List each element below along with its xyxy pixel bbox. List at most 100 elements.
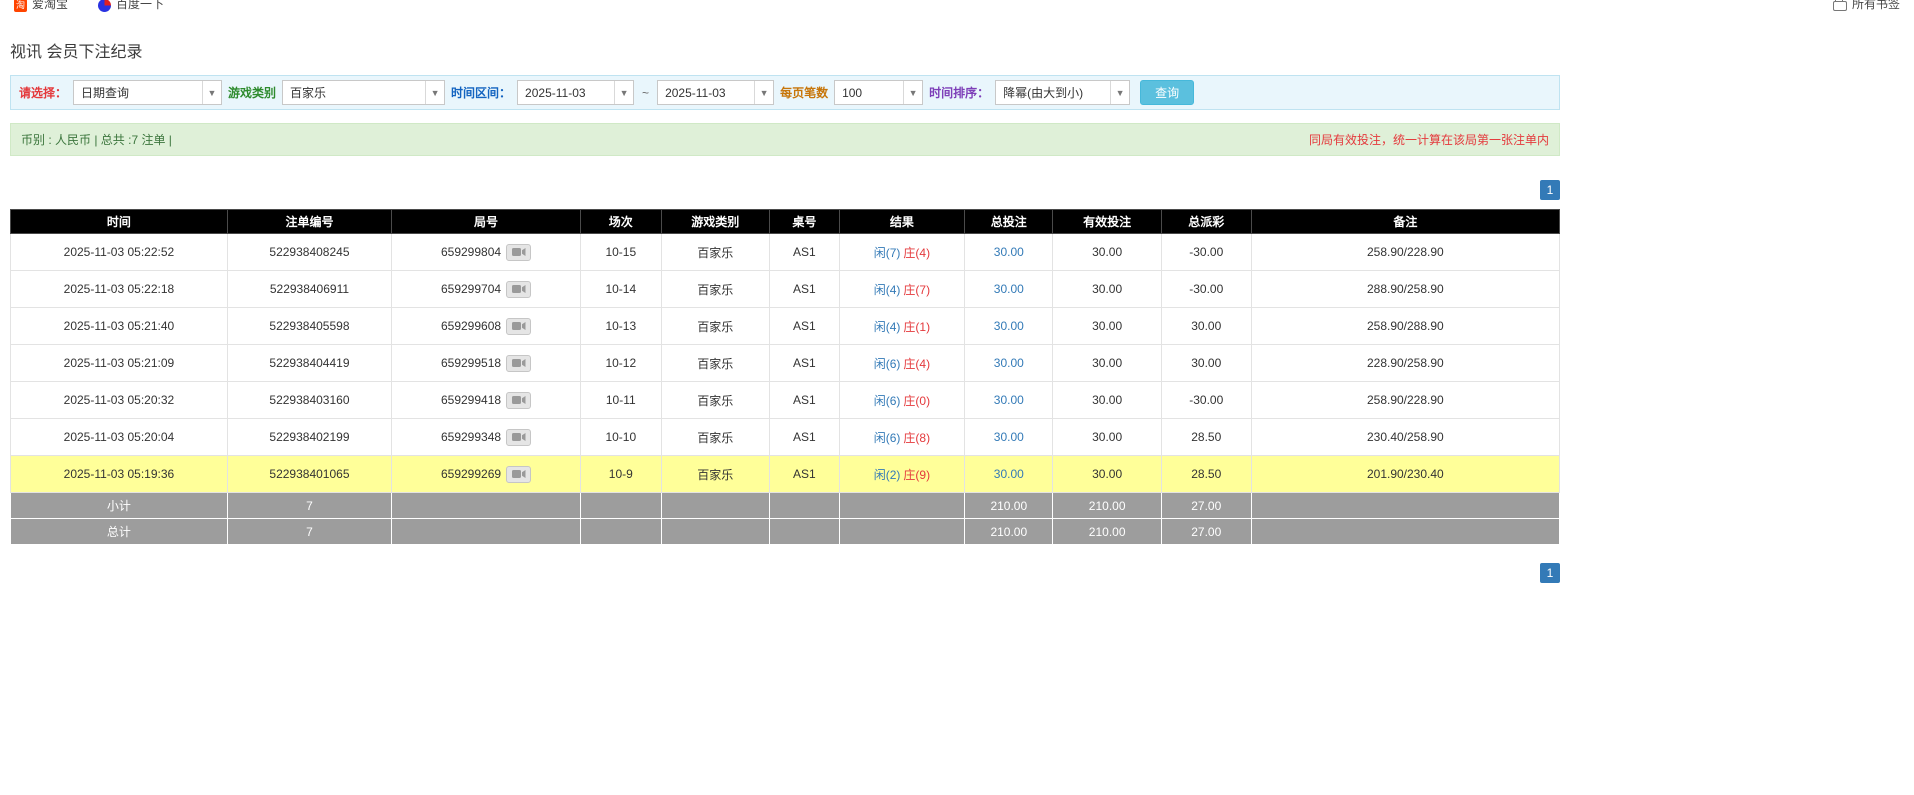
cell-time: 2025-11-03 05:20:32 — [10, 381, 228, 419]
chevron-down-icon[interactable]: ▼ — [903, 81, 923, 104]
bookmark-aitaobao[interactable]: 淘 爱淘宝 — [14, 0, 68, 12]
page-button-1[interactable]: 1 — [1540, 563, 1560, 583]
sort-dropdown[interactable]: 降幂(由大到小) ▼ — [995, 80, 1131, 105]
date-to-value[interactable]: 2025-11-03 — [658, 81, 754, 104]
cell-total-bet: 30.00 — [964, 233, 1054, 271]
chevron-down-icon[interactable]: ▼ — [1110, 81, 1130, 104]
cell-round: 659299418 — [391, 381, 582, 419]
video-replay-icon[interactable] — [506, 243, 532, 261]
cell-result: 闲(4) 庄(7) — [838, 270, 966, 308]
cell-empty — [580, 492, 662, 519]
cell-valid-bet: 30.00 — [1052, 270, 1162, 308]
round-number: 659299418 — [440, 393, 502, 407]
chevron-down-icon[interactable]: ▼ — [614, 81, 634, 104]
game-type-value[interactable]: 百家乐 — [283, 81, 425, 104]
bet-records-table: 时间 注单编号 局号 场次 游戏类别 桌号 结果 总投注 有效投注 总派彩 备注… — [10, 209, 1561, 545]
table-row[interactable]: 2025-11-03 05:22:52 522938408245 6592998… — [10, 233, 1561, 271]
video-replay-icon[interactable] — [506, 317, 532, 335]
total-bet-link[interactable]: 30.00 — [994, 245, 1024, 259]
date-to-picker[interactable]: 2025-11-03 ▼ — [657, 80, 775, 105]
cell-table: AS1 — [768, 233, 840, 271]
result-banker: 庄(8) — [903, 430, 931, 445]
cell-table: AS1 — [768, 307, 840, 345]
result-banker: 庄(9) — [903, 467, 931, 482]
round-number: 659299804 — [440, 245, 502, 259]
date-from-picker[interactable]: 2025-11-03 ▼ — [517, 80, 635, 105]
chevron-down-icon[interactable]: ▼ — [202, 81, 222, 104]
table-row[interactable]: 2025-11-03 05:21:09 522938404419 6592995… — [10, 344, 1561, 382]
query-type-value[interactable]: 日期查询 — [74, 81, 202, 104]
result-player: 闲(4) — [873, 282, 901, 297]
cell-session: 10-13 — [580, 307, 662, 345]
range-separator: ~ — [642, 85, 650, 100]
cell-table: AS1 — [768, 270, 840, 308]
cell-total-bet: 30.00 — [964, 381, 1054, 419]
table-header-row: 时间 注单编号 局号 场次 游戏类别 桌号 结果 总投注 有效投注 总派彩 备注 — [10, 209, 1561, 234]
cell-game: 百家乐 — [660, 418, 770, 456]
cell-round: 659299348 — [391, 418, 582, 456]
game-type-dropdown[interactable]: 百家乐 ▼ — [282, 80, 446, 105]
cell-empty — [838, 492, 966, 519]
cell-bet-id: 522938408245 — [226, 233, 393, 271]
chevron-down-icon[interactable]: ▼ — [754, 81, 774, 104]
main-content: 视讯 会员下注纪录 请选择： 日期查询 ▼ 游戏类别 百家乐 ▼ 时间区间： 2… — [10, 38, 1561, 583]
chevron-down-icon[interactable]: ▼ — [425, 81, 445, 104]
cell-result: 闲(4) 庄(1) — [838, 307, 966, 345]
page-button-1[interactable]: 1 — [1540, 180, 1560, 200]
video-replay-icon[interactable] — [506, 428, 532, 446]
cell-game: 百家乐 — [660, 233, 770, 271]
col-header-table: 桌号 — [768, 209, 840, 234]
total-bet-link[interactable]: 30.00 — [994, 430, 1024, 444]
total-bet-link[interactable]: 30.00 — [994, 467, 1024, 481]
cell-session: 10-9 — [580, 455, 662, 493]
cell-result: 闲(6) 庄(8) — [838, 418, 966, 456]
total-bet-link[interactable]: 30.00 — [994, 282, 1024, 296]
page-size-dropdown[interactable]: 100 ▼ — [834, 80, 924, 105]
col-header-round: 局号 — [391, 209, 582, 234]
col-header-time: 时间 — [10, 209, 228, 234]
date-from-value[interactable]: 2025-11-03 — [518, 81, 614, 104]
query-type-dropdown[interactable]: 日期查询 ▼ — [73, 80, 223, 105]
subtotal-payout: 27.00 — [1160, 492, 1252, 519]
cell-payout: 28.50 — [1160, 455, 1252, 493]
cell-empty — [660, 518, 770, 545]
table-row-selected[interactable]: 2025-11-03 05:19:36 522938401065 6592992… — [10, 455, 1561, 493]
taobao-icon: 淘 — [14, 0, 27, 12]
table-row[interactable]: 2025-11-03 05:21:40 522938405598 6592996… — [10, 307, 1561, 345]
col-header-total-bet: 总投注 — [964, 209, 1054, 234]
sort-value[interactable]: 降幂(由大到小) — [996, 81, 1110, 104]
table-row[interactable]: 2025-11-03 05:20:32 522938403160 6592994… — [10, 381, 1561, 419]
total-bet-link[interactable]: 30.00 — [994, 393, 1024, 407]
cell-game: 百家乐 — [660, 344, 770, 382]
round-number: 659299269 — [440, 467, 502, 481]
all-bookmarks-button[interactable]: 所有书签 — [1832, 0, 1900, 12]
cell-total-bet: 30.00 — [964, 307, 1054, 345]
game-type-label: 游戏类别 — [228, 86, 277, 100]
video-replay-icon[interactable] — [506, 354, 532, 372]
video-replay-icon[interactable] — [506, 391, 532, 409]
cell-note: 201.90/230.40 — [1250, 455, 1561, 493]
cell-game: 百家乐 — [660, 455, 770, 493]
bookmark-baidu[interactable]: 百度一下 — [98, 0, 164, 12]
col-header-game: 游戏类别 — [660, 209, 770, 234]
cell-empty — [580, 518, 662, 545]
video-replay-icon[interactable] — [506, 465, 532, 483]
sort-label: 时间排序： — [929, 86, 990, 100]
total-bet-link[interactable]: 30.00 — [994, 319, 1024, 333]
cell-note: 228.90/258.90 — [1250, 344, 1561, 382]
cell-valid-bet: 30.00 — [1052, 381, 1162, 419]
page-size-value[interactable]: 100 — [835, 81, 903, 104]
col-header-session: 场次 — [580, 209, 662, 234]
video-replay-icon[interactable] — [506, 280, 532, 298]
search-button[interactable]: 查询 — [1140, 80, 1195, 105]
time-range-label: 时间区间： — [451, 86, 512, 100]
table-row[interactable]: 2025-11-03 05:22:18 522938406911 6592997… — [10, 270, 1561, 308]
col-header-payout: 总派彩 — [1160, 209, 1252, 234]
cell-bet-id: 522938405598 — [226, 307, 393, 345]
cell-payout: -30.00 — [1160, 233, 1252, 271]
bookmarks-bar: 淘 爱淘宝 百度一下 所有书签 — [0, 0, 1914, 12]
cell-table: AS1 — [768, 418, 840, 456]
total-bet-link[interactable]: 30.00 — [994, 356, 1024, 370]
total-count: 7 — [226, 518, 393, 545]
table-row[interactable]: 2025-11-03 05:20:04 522938402199 6592993… — [10, 418, 1561, 456]
